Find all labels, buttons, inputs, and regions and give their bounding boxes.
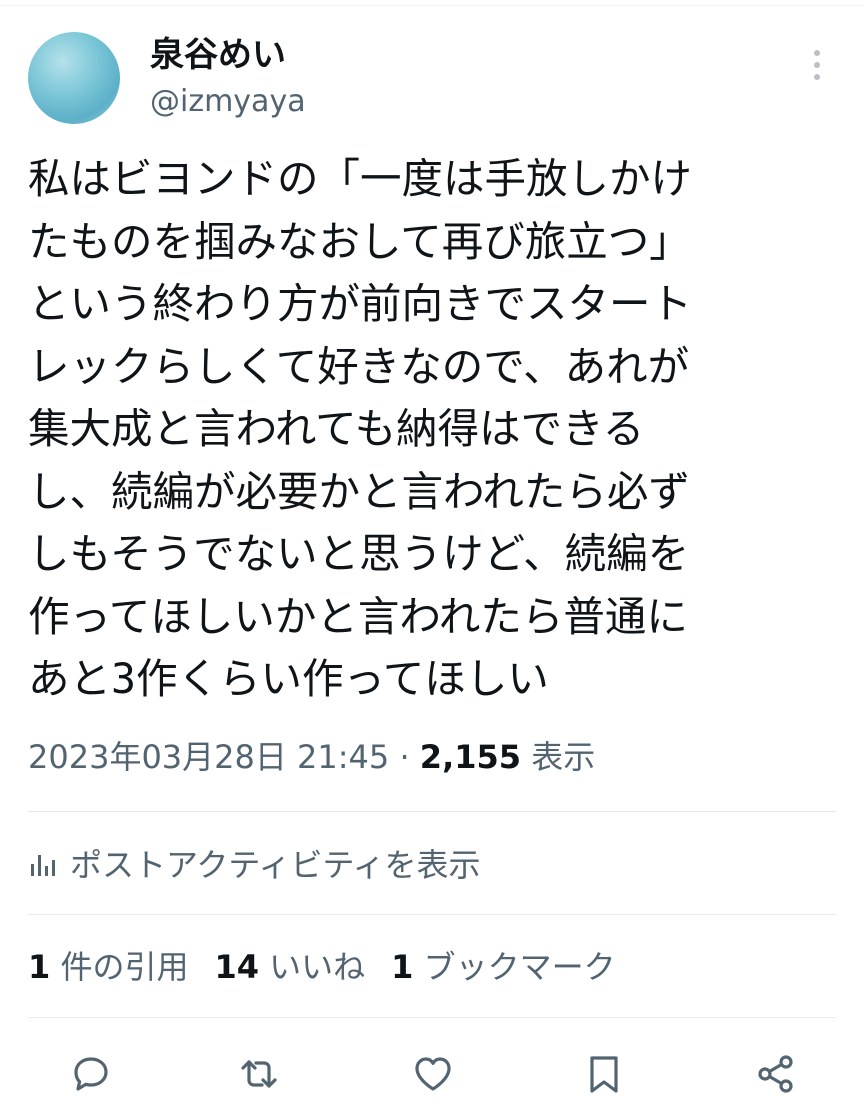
bar-chart-icon [31, 855, 55, 876]
quotes-stat[interactable]: 1 件の引用 [28, 948, 188, 986]
meta-separator: · [389, 738, 420, 776]
bookmark-button[interactable] [581, 1051, 627, 1097]
reply-icon [74, 1057, 108, 1091]
tweet-line: 私はビヨンドの「一度は手放しかけ [28, 154, 693, 203]
repost-icon [241, 1060, 277, 1088]
share-icon [758, 1055, 793, 1093]
bookmark-icon [590, 1056, 618, 1093]
divider [28, 914, 836, 915]
divider [28, 1017, 836, 1018]
avatar[interactable] [28, 32, 120, 124]
tweet-line: しもそうでないと思うけど、続編を [28, 529, 690, 578]
top-divider [0, 0, 864, 6]
tweet-line: という終わり方が前向きでスタート [28, 279, 693, 328]
more-vertical-icon[interactable] [802, 50, 832, 90]
likes-stat[interactable]: 14 いいね [214, 948, 365, 986]
like-button[interactable] [410, 1051, 456, 1097]
tweet-line: あと3作くらい作ってほしい [28, 654, 549, 703]
reply-button[interactable] [68, 1051, 114, 1097]
post-activity-label: ポストアクティビティを表示 [70, 846, 481, 884]
bookmarks-stat[interactable]: 1 ブックマーク [391, 948, 615, 986]
tweet-meta: 2023年03月28日 21:45 · 2,155 表示 [28, 735, 595, 779]
tweet-line: 集大成と言われても納得はできる [28, 404, 645, 453]
tweet-line: たものを掴みなおして再び旅立つ」 [28, 216, 691, 266]
tweet-line: し、続編が必要かと言われたら必ず [28, 466, 690, 516]
divider [28, 811, 836, 812]
views-count: 2,155 [419, 738, 522, 776]
tweet-text: 私はビヨンドの「一度は手放しかけ たものを掴みなおして再び旅立つ」 という終わり… [28, 148, 838, 711]
heart-icon [415, 1057, 451, 1091]
tweet-line: 作ってほしいかと言われたら普通に [28, 591, 688, 641]
user-handle[interactable]: @izmyaya [150, 82, 306, 122]
share-button[interactable] [753, 1051, 799, 1097]
post-activity-link[interactable]: ポストアクティビティを表示 [28, 842, 481, 888]
tweet-line: レックらしくて好きなので、あれが [28, 341, 690, 391]
engagement-stats: 1 件の引用 14 いいね 1 ブックマーク [28, 944, 642, 990]
action-bar [0, 1051, 864, 1097]
display-name[interactable]: 泉谷めい [150, 34, 286, 76]
views-label: 表示 [521, 738, 596, 776]
timestamp[interactable]: 2023年03月28日 21:45 [28, 738, 389, 776]
repost-button[interactable] [236, 1051, 282, 1097]
